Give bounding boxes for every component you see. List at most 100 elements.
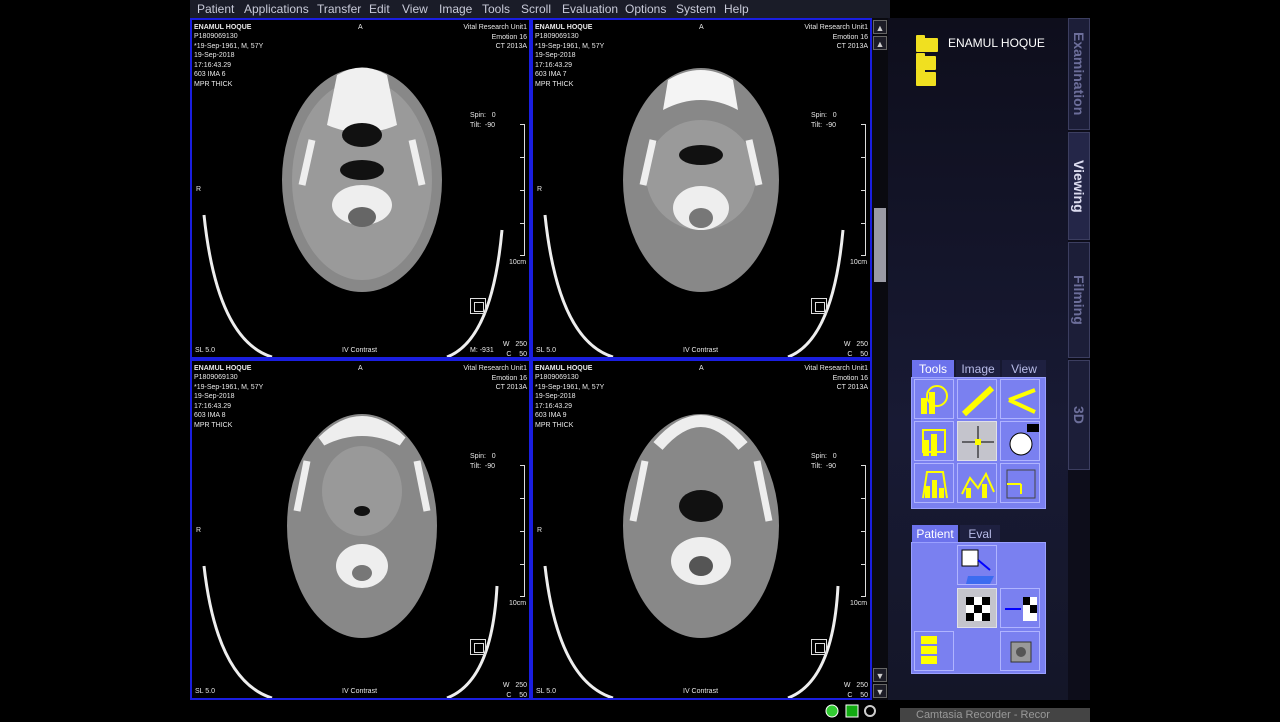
folder-icon[interactable] <box>916 53 936 70</box>
profile-icon[interactable] <box>957 463 997 503</box>
menu-view[interactable]: View <box>402 1 428 17</box>
menu-bar: Patient Applications Transfer Edit View … <box>190 0 890 18</box>
side-tab-examination[interactable]: Examination <box>1068 18 1090 130</box>
tab-view[interactable]: View <box>1002 360 1046 378</box>
orientation-left: R <box>537 186 543 193</box>
image-segment-2[interactable]: ENAMUL HOQUE P1809069130 *19-Sep-1961, M… <box>531 18 872 359</box>
side-tab-3d[interactable]: 3D <box>1068 360 1090 470</box>
frame-icon[interactable] <box>811 639 827 655</box>
scale-label: 10cm <box>509 600 527 607</box>
patient-info-overlay: P1809069130 *19-Sep-1961, M, 57Y 19-Sep-… <box>535 33 605 88</box>
side-tab-filming[interactable]: Filming <box>1068 242 1090 358</box>
series-list-icon[interactable] <box>914 631 954 671</box>
institution-overlay: Vital Research Unit1 Emotion 16 CT 2013A <box>463 365 527 391</box>
window-center-overlay: W 250 C 50 <box>843 682 868 699</box>
scroll-thumb[interactable] <box>874 208 886 282</box>
side-tab-viewing[interactable]: Viewing <box>1068 132 1090 240</box>
spin-tilt-overlay: Spin: 0 Tilt: -90 <box>811 453 837 470</box>
menu-help[interactable]: Help <box>724 1 749 17</box>
orientation-left: R <box>537 527 543 534</box>
roi-statistics-icon[interactable] <box>914 379 954 419</box>
spin-tilt-overlay: Spin: 0 Tilt: -90 <box>470 453 496 470</box>
menu-applications[interactable]: Applications <box>244 1 309 17</box>
orientation-top: A <box>699 24 704 31</box>
institution-overlay: Vital Research Unit1 Emotion 16 CT 2013A <box>804 24 868 50</box>
patient-tabbar: Patient Eval <box>912 525 1046 543</box>
crosshair-icon[interactable] <box>957 421 997 461</box>
institution-overlay: Vital Research Unit1 Emotion 16 CT 2013A <box>463 24 527 50</box>
side-tab-strip: Examination Viewing Filming 3D <box>1068 18 1090 700</box>
save-snapshot-icon[interactable] <box>1000 631 1040 671</box>
contrast-label: IV Contrast <box>342 347 378 354</box>
histogram-roi-icon[interactable] <box>914 463 954 503</box>
contrast-label: IV Contrast <box>683 347 719 354</box>
folder-open-icon[interactable] <box>916 35 938 52</box>
distance-scale <box>518 465 525 597</box>
patient-info-overlay: P1809069130 *19-Sep-1961, M, 57Y 19-Sep-… <box>194 374 264 429</box>
patient-info-overlay: P1809069130 *19-Sep-1961, M, 57Y 19-Sep-… <box>535 374 605 429</box>
menu-transfer[interactable]: Transfer <box>317 1 361 17</box>
scroll-up-icon[interactable]: ▲ <box>873 20 887 34</box>
tab-image[interactable]: Image <box>956 360 1000 378</box>
scroll-page-up-icon[interactable]: ▲ <box>873 36 887 50</box>
tab-eval[interactable]: Eval <box>960 525 1000 543</box>
orientation-left: R <box>196 527 202 534</box>
menu-tools[interactable]: Tools <box>482 1 510 17</box>
institution-overlay: Vital Research Unit1 Emotion 16 CT 2013A <box>804 365 868 391</box>
pixel-value-overlay: M: -931 <box>470 347 494 354</box>
scale-label: 10cm <box>509 259 527 266</box>
orientation-top: A <box>358 365 363 372</box>
tab-tools[interactable]: Tools <box>912 360 954 378</box>
scroll-down-icon[interactable]: ▼ <box>873 684 887 698</box>
image-viewer: ENAMUL HOQUE P1809069130 *19-Sep-1961, M… <box>190 18 872 700</box>
orientation-left: R <box>196 186 202 193</box>
head-orientation-icon[interactable] <box>1000 421 1040 461</box>
contrast-label: IV Contrast <box>683 688 719 695</box>
frame-icon[interactable] <box>811 298 827 314</box>
frame-icon[interactable] <box>470 298 486 314</box>
angle-icon[interactable] <box>1000 379 1040 419</box>
orientation-top: A <box>699 365 704 372</box>
orientation-top: A <box>358 24 363 31</box>
slice-thickness: SL 5.0 <box>536 347 556 354</box>
image-segment-4[interactable]: ENAMUL HOQUE P1809069130 *19-Sep-1961, M… <box>531 359 872 700</box>
scale-label: 10cm <box>850 259 868 266</box>
send-to-layout-icon[interactable] <box>1000 588 1040 628</box>
syngo-viewer-app: Patient Applications Transfer Edit View … <box>0 0 1280 722</box>
menu-system[interactable]: System <box>676 1 716 17</box>
slice-thickness: SL 5.0 <box>536 688 556 695</box>
patient-info-overlay: P1809069130 *19-Sep-1961, M, 57Y 19-Sep-… <box>194 33 264 88</box>
window-center-overlay: W 250 C 50 <box>843 341 868 358</box>
frame-icon[interactable] <box>470 639 486 655</box>
roi-rectangle-icon[interactable] <box>914 421 954 461</box>
scroll-page-down-icon[interactable]: ▼ <box>873 668 887 682</box>
pixel-lens-icon[interactable] <box>1000 463 1040 503</box>
spin-tilt-overlay: Spin: 0 Tilt: -90 <box>811 112 837 129</box>
window-center-overlay: W 250 C 50 <box>502 682 527 699</box>
patient-folder-label[interactable]: ENAMUL HOQUE <box>948 36 1045 50</box>
folder-icon[interactable] <box>916 69 936 86</box>
menu-image[interactable]: Image <box>439 1 472 17</box>
slice-thickness: SL 5.0 <box>195 347 215 354</box>
slice-thickness: SL 5.0 <box>195 688 215 695</box>
menu-patient[interactable]: Patient <box>197 1 234 17</box>
distance-scale <box>518 124 525 256</box>
menu-options[interactable]: Options <box>625 1 666 17</box>
tab-patient[interactable]: Patient <box>912 525 958 543</box>
image-segment-1[interactable]: ENAMUL HOQUE P1809069130 *19-Sep-1961, M… <box>190 18 531 359</box>
status-icons <box>825 704 876 718</box>
distance-ruler-icon[interactable] <box>957 379 997 419</box>
window-center-overlay: W 250 C 50 <box>502 341 527 358</box>
distance-scale <box>859 465 866 597</box>
image-segment-3[interactable]: ENAMUL HOQUE P1809069130 *19-Sep-1961, M… <box>190 359 531 700</box>
scale-label: 10cm <box>850 600 868 607</box>
layout-grid-icon[interactable] <box>957 588 997 628</box>
image-scrollbar[interactable]: ▲ ▲ ▼ ▼ <box>872 18 888 700</box>
menu-scroll[interactable]: Scroll <box>521 1 551 17</box>
menu-evaluation[interactable]: Evaluation <box>562 1 618 17</box>
tools-tabbar: Tools Image View <box>912 360 1046 378</box>
distance-scale <box>859 124 866 256</box>
load-images-icon[interactable] <box>957 545 997 585</box>
contrast-label: IV Contrast <box>342 688 378 695</box>
menu-edit[interactable]: Edit <box>369 1 390 17</box>
